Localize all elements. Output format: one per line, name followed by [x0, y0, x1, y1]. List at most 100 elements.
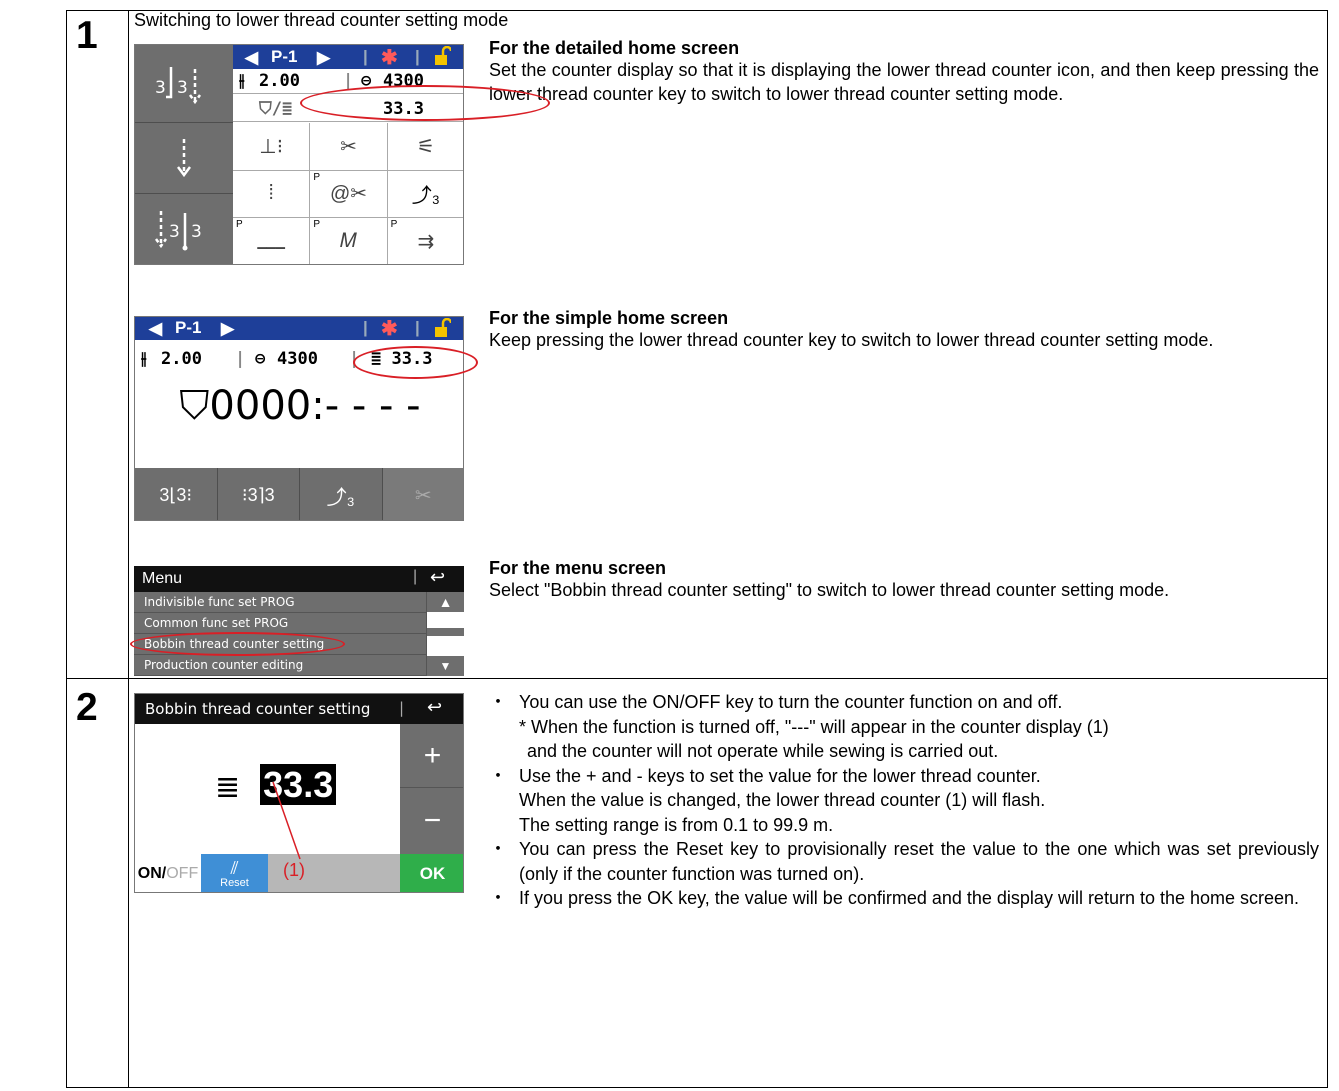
ok-button[interactable]: OK [400, 854, 463, 892]
gathering-icon: ▁▁▁ [257, 234, 285, 249]
feed-key[interactable]: P ⇉ [388, 218, 463, 264]
annotation-label: (1) [283, 860, 305, 880]
menu-screen: Menu | ↩ Indivisible func set PROG Common… [134, 566, 464, 676]
dotted-arrow-icon [177, 139, 191, 178]
svg-text:3: 3 [169, 222, 180, 242]
reset-button[interactable]: ⫽ Reset [201, 854, 268, 892]
alternating-key[interactable]: P𝑀 [310, 218, 388, 264]
production-counter-display: ⛉0000:- - - - [135, 383, 463, 429]
step-number-2: 2 [76, 686, 98, 729]
step-2-instructions: ・ You can use the ON/OFF key to turn the … [489, 690, 1319, 911]
condensation-key[interactable]: ⤴₃ [387, 171, 463, 219]
unlock-icon[interactable] [433, 45, 453, 66]
production-count: 0000:- - - - [209, 383, 421, 429]
menu-item-indivisible-func[interactable]: Indivisible func set PROG [134, 592, 426, 613]
back-icon[interactable]: ↩ [430, 567, 445, 588]
unlock-icon[interactable] [433, 317, 453, 338]
bullet-item: ・ Use the + and - keys to set the value f… [489, 765, 1041, 786]
menu-item-common-func[interactable]: Common func set PROG [134, 613, 426, 634]
stitch-length-icon: ⫲ [141, 349, 147, 369]
step-1-title: Switching to lower thread counter settin… [134, 10, 509, 30]
auto-trim-icon: @✂ [329, 183, 368, 206]
dotted-line-icon: ⁞ [268, 182, 274, 205]
detailed-home-screen: 3 3 3 3 ◀ P-1 ▶ | ✱ | ⫲ 2.00 | ⊖ 4300 ⛉/… [134, 44, 464, 265]
reset-icon: ⫽ [230, 858, 239, 878]
bullet-note: When the value is changed, the lower thr… [519, 790, 1046, 810]
menu-header: Menu | ↩ [134, 566, 464, 592]
svg-text:3: 3 [191, 222, 202, 242]
detailed-section-body: Set the counter display so that it is di… [489, 60, 1319, 104]
wiper-icon: ⚟ [416, 135, 435, 158]
gathering-key[interactable]: P ▁▁▁ [233, 218, 311, 264]
prev-pattern-icon[interactable]: ◀ [149, 319, 162, 339]
row-divider [66, 678, 1328, 679]
reverse-start-button[interactable]: 3 3 [135, 45, 233, 123]
minus-button[interactable]: − [400, 788, 463, 854]
reverse-end-icon: 3 3 [154, 210, 202, 250]
sun-icon[interactable]: ✱ [381, 45, 398, 70]
stitch-length-value: 2.00 [259, 71, 300, 91]
reverse-stitch-icon: 3 3 [155, 66, 202, 104]
thread-trim-button[interactable]: ✂ [382, 468, 463, 520]
svg-text:3: 3 [155, 78, 166, 98]
prev-pattern-icon[interactable]: ◀ [245, 48, 258, 68]
pattern-number: P-1 [175, 318, 202, 337]
pattern-number: P-1 [271, 47, 298, 66]
auto-trim-key[interactable]: P @✂ [310, 170, 388, 219]
reverse-end-button[interactable]: 3 3 [135, 194, 233, 264]
simple-key-row: 3⌊3⁝ ⁝3⌉3 ⤴₃ ✂ [135, 468, 463, 520]
on-off-button[interactable]: ON/OFF [135, 854, 201, 892]
highlight-circle-detailed [300, 85, 550, 121]
menu-item-production-counter[interactable]: Production counter editing [134, 655, 426, 676]
highlight-circle-menu [130, 632, 345, 656]
sun-icon[interactable]: ✱ [381, 317, 398, 341]
highlight-circle-simple [353, 346, 478, 379]
condensation-button[interactable]: ⤴₃ [300, 468, 383, 520]
simple-section-title: For the simple home screen [489, 308, 729, 328]
back-icon[interactable]: ↩ [427, 697, 442, 718]
menu-scrollbar[interactable]: ▲ ▼ [426, 592, 464, 676]
speed-icon: ⊖ [255, 349, 266, 369]
column-divider [128, 10, 129, 1088]
speed-value: 4300 [277, 349, 318, 369]
needle-position-key[interactable]: ⊥⁝ [233, 123, 311, 171]
menu-section-body: Select "Bobbin thread counter setting" t… [489, 580, 1170, 600]
next-pattern-icon[interactable]: ▶ [317, 48, 330, 68]
bullet-note: and the counter will not operate while s… [527, 741, 999, 761]
reverse-end-button[interactable]: ⁝3⌉3 [217, 468, 300, 520]
alternating-icon: 𝑀 [340, 230, 357, 253]
function-key-grid: ⊥⁝ ✂ ⚟ ⁞ P @✂ ⤴₃ P ▁▁▁ P𝑀 P ⇉ [233, 123, 463, 264]
detailed-section-title: For the detailed home screen [489, 38, 740, 58]
next-pattern-icon[interactable]: ▶ [221, 319, 234, 339]
wiper-key[interactable]: ⚟ [387, 123, 463, 171]
scroll-down-icon[interactable]: ▼ [427, 656, 464, 676]
bullet-note: * When the function is turned off, "---"… [519, 716, 1109, 737]
bullet-item: ・ You can use the ON/OFF key to turn the … [489, 692, 1063, 712]
reverse-start-button[interactable]: 3⌊3⁝ [135, 468, 218, 520]
svg-text:3: 3 [177, 78, 188, 98]
shirt-icon: ⛉ [179, 383, 210, 429]
step-number-1: 1 [76, 14, 98, 57]
annotation-leader-line [272, 781, 301, 860]
thread-trim-key[interactable]: ✂ [310, 123, 388, 171]
bobbin-header: Bobbin thread counter setting | ↩ [135, 694, 463, 724]
reverse-end-icon: ⁝3⌉3 [241, 484, 275, 505]
intermediate-reverse-button[interactable] [135, 123, 233, 194]
menu-section-title: For the menu screen [489, 558, 667, 578]
bullet-item: ・ If you press the OK key, the value will… [489, 888, 1300, 908]
condensation-icon: ⤴₃ [411, 185, 440, 208]
shirt-bobbin-icon: ⛉/≣ [259, 99, 293, 119]
menu-title: Menu [142, 570, 183, 587]
scroll-thumb[interactable] [427, 628, 464, 636]
scroll-up-icon[interactable]: ▲ [427, 592, 464, 612]
bullet-item: ・ You can press the Reset key to provisio… [489, 839, 1319, 884]
bullet-note: The setting range is from 0.1 to 99.9 m. [519, 814, 834, 835]
plus-button[interactable]: + [400, 724, 463, 788]
stitch-key[interactable]: ⁞ [233, 170, 311, 219]
stitch-length-value: 2.00 [161, 349, 202, 369]
reverse-stitch-icon: 3⌊3⁝ [159, 484, 193, 505]
simple-header-bar: ◀ P-1 ▶ | ✱ | [135, 317, 463, 341]
feed-icon: ⇉ [417, 231, 435, 254]
needle-up-down-icon: ⊥⁝ [259, 135, 284, 158]
simple-section-body: Keep pressing the lower thread counter k… [489, 330, 1214, 350]
